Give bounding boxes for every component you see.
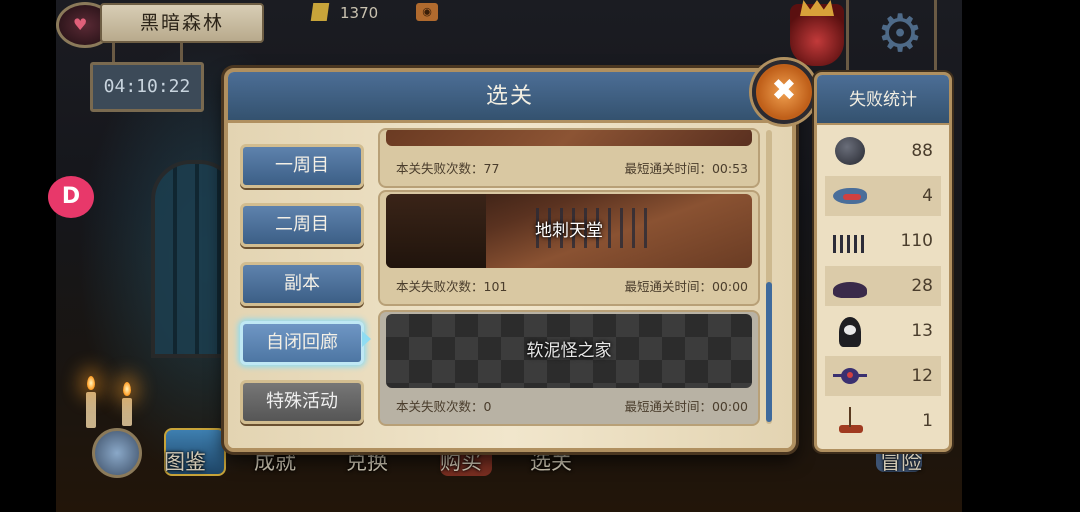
fail-stat-row: 110 <box>825 221 941 261</box>
fail-stats-title: 失败统计 <box>817 75 949 125</box>
fail-stat-value: 28 <box>911 276 933 296</box>
level-stats: 本关失败次数：77 最短通关时间：00:53 <box>380 154 758 178</box>
fail-stat-value: 1 <box>922 411 933 431</box>
level-stats: 本关失败次数：101 最短通关时间：00:00 <box>380 272 758 296</box>
level-thumbnail: 地刺天堂 <box>386 194 752 268</box>
fail-stat-value: 110 <box>900 231 933 251</box>
best-time-label: 最短通关时间：00:53 <box>624 161 748 176</box>
zone-name-plate: 黑暗森林 <box>100 3 264 43</box>
side-badge[interactable]: D <box>48 176 94 218</box>
candle-flame <box>87 376 95 390</box>
fail-stat-row: 12 <box>825 356 941 396</box>
close-icon[interactable]: ✖ <box>752 60 816 124</box>
spikes-icon <box>831 227 867 255</box>
level-name: 软泥怪之家 <box>526 341 612 361</box>
spider-icon <box>831 362 867 390</box>
panel-title: 选关 <box>228 72 792 123</box>
slime-icon <box>831 272 867 300</box>
fail-stat-row: 13 <box>825 311 941 351</box>
candle-flame <box>123 382 131 396</box>
boulder-icon <box>831 137 867 165</box>
fail-stat-value: 88 <box>911 141 933 161</box>
scrollbar-thumb[interactable] <box>766 282 772 422</box>
tab-dungeon[interactable]: 副本 <box>240 262 364 306</box>
fail-stat-value: 4 <box>922 186 933 206</box>
fail-stat-row: 4 <box>825 176 941 216</box>
piranha-icon <box>831 182 867 210</box>
fail-stats-panel: 失败统计 88 4 110 28 13 12 1 <box>814 72 952 452</box>
tab-special-events[interactable]: 特殊活动 <box>240 380 364 424</box>
compass-icon[interactable] <box>92 428 142 478</box>
fail-stat-row: 28 <box>825 266 941 306</box>
timer-chain <box>112 40 115 64</box>
best-time-label: 最短通关时间：00:00 <box>624 279 748 294</box>
gold-amount: 1370 <box>340 4 379 22</box>
candle <box>86 392 96 428</box>
level-thumbnail <box>386 130 752 146</box>
camera-icon[interactable]: ◉ <box>416 3 438 21</box>
fail-stat-value: 13 <box>911 321 933 341</box>
best-time-label: 最短通关时间：00:00 <box>624 399 748 414</box>
fail-count-label: 本关失败次数：101 <box>396 279 508 294</box>
fail-stat-row: 1 <box>825 401 941 441</box>
level-name: 地刺天堂 <box>535 221 603 241</box>
fail-count-label: 本关失败次数：77 <box>396 161 500 176</box>
stats-chain <box>846 0 849 74</box>
boss-avatar[interactable] <box>790 4 844 66</box>
candle <box>122 398 132 426</box>
campfire-icon <box>831 407 867 435</box>
fail-count-label: 本关失败次数：0 <box>396 399 492 414</box>
gear-icon[interactable]: ⚙ <box>874 8 926 60</box>
fail-stat-value: 12 <box>911 366 933 386</box>
selected-arrow-icon <box>362 331 371 347</box>
gold-icon <box>310 3 330 21</box>
level-card[interactable]: 地刺天堂 本关失败次数：101 最短通关时间：00:00 <box>378 190 760 306</box>
countdown-timer: 04:10:22 <box>90 62 204 112</box>
level-stats: 本关失败次数：0 最短通关时间：00:00 <box>380 392 758 416</box>
level-thumbnail: 软泥怪之家 <box>386 314 752 388</box>
tab-second-playthrough[interactable]: 二周目 <box>240 203 364 247</box>
tab-autism-corridor[interactable]: 自闭回廊 <box>240 321 364 365</box>
level-card[interactable]: 软泥怪之家 本关失败次数：0 最短通关时间：00:00 <box>378 310 760 426</box>
ghost-icon <box>831 317 867 347</box>
level-card[interactable]: 本关失败次数：77 最短通关时间：00:53 <box>378 128 760 188</box>
timer-chain <box>180 40 183 64</box>
tab-first-playthrough[interactable]: 一周目 <box>240 144 364 188</box>
nav-codex[interactable]: 图鉴 <box>164 446 206 476</box>
fail-stat-row: 88 <box>825 131 941 171</box>
stats-chain <box>934 0 937 74</box>
